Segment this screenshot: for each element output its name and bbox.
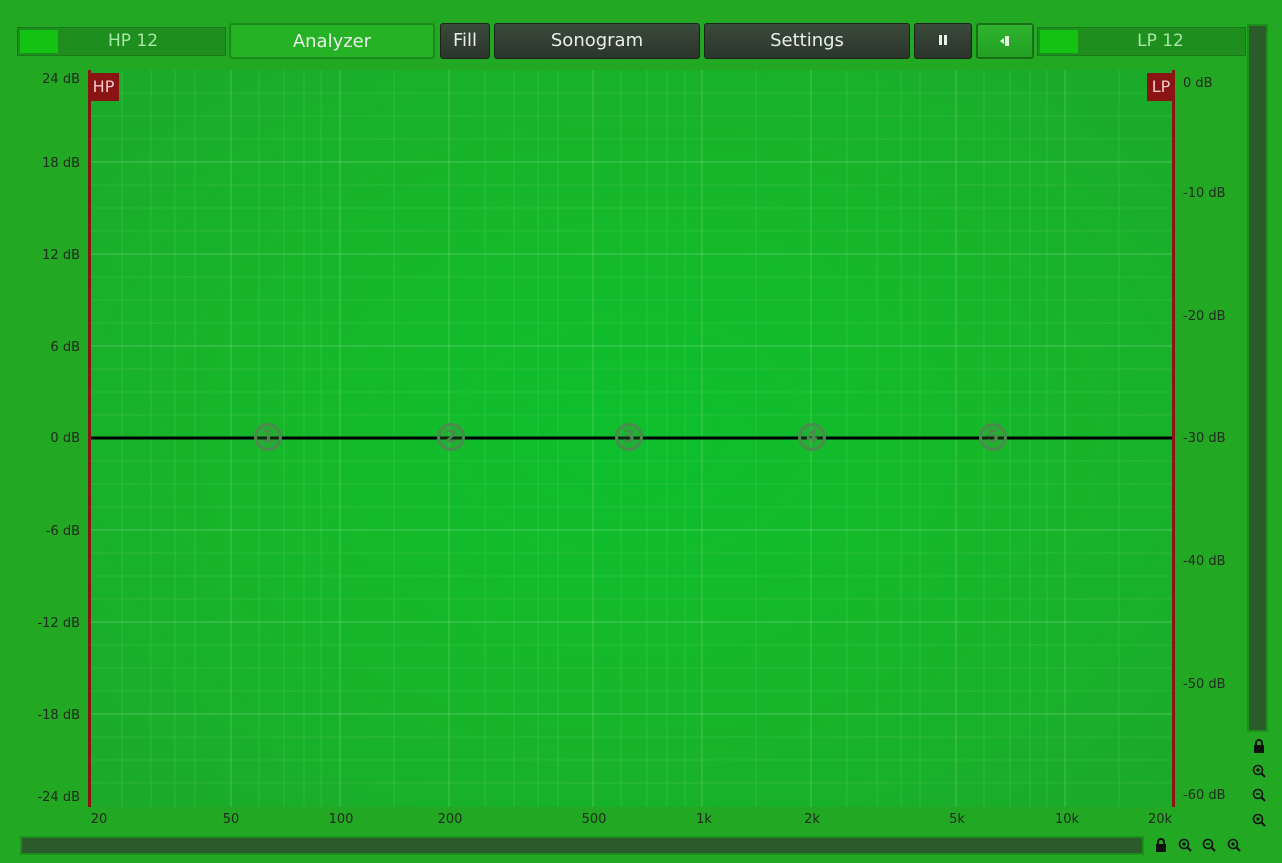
vertical-scrollbar[interactable]	[1247, 24, 1268, 732]
hp-enable-led[interactable]	[20, 30, 58, 53]
zoom-out-icon[interactable]	[1251, 788, 1267, 804]
freq-axis-label: 20k	[1147, 812, 1173, 827]
right-axis-label: -60 dB	[1183, 788, 1226, 803]
band-node-5[interactable]: 5	[979, 423, 1007, 451]
hp-flag[interactable]: HP	[88, 73, 119, 101]
horizontal-scrollbar[interactable]	[20, 836, 1144, 855]
freq-axis-label: 5k	[949, 812, 965, 827]
band-node-2[interactable]: 2	[437, 423, 465, 451]
reset-view-button[interactable]	[976, 23, 1034, 59]
right-axis-label: -30 dB	[1183, 431, 1226, 446]
pause-icon	[939, 35, 947, 45]
sonogram-button[interactable]: Sonogram	[494, 23, 700, 59]
right-axis-label: -50 dB	[1183, 677, 1226, 692]
analyzer-button[interactable]: Analyzer	[229, 23, 435, 59]
freq-axis-label: 1k	[696, 812, 712, 827]
hp-filter-control[interactable]: HP 12	[17, 27, 226, 56]
left-axis-label: 24 dB	[42, 72, 80, 87]
fill-button[interactable]: Fill	[440, 23, 490, 59]
right-axis-label: -10 dB	[1183, 186, 1226, 201]
lock-icon[interactable]	[1251, 739, 1267, 755]
left-axis-label: -12 dB	[37, 616, 80, 631]
freq-axis-label: 100	[328, 812, 354, 827]
reset-icon	[1000, 36, 1009, 46]
freq-axis-label: 500	[581, 812, 607, 827]
left-axis-label: 0 dB	[50, 431, 80, 446]
zoom-reset-icon[interactable]	[1251, 813, 1267, 829]
zoom-reset-icon[interactable]	[1226, 838, 1242, 854]
left-axis-label: 12 dB	[42, 248, 80, 263]
lp-enable-led[interactable]	[1040, 30, 1078, 53]
right-axis-label: -40 dB	[1183, 554, 1226, 569]
band-node-4[interactable]: 4	[798, 423, 826, 451]
right-axis-label: -20 dB	[1183, 309, 1226, 324]
freq-axis-label: 10k	[1054, 812, 1080, 827]
left-axis-label: -24 dB	[37, 790, 80, 805]
hp-boundary-line[interactable]	[88, 70, 91, 807]
zoom-out-icon[interactable]	[1201, 838, 1217, 854]
lp-filter-control[interactable]: LP 12	[1037, 27, 1246, 56]
lp-flag[interactable]: LP	[1147, 73, 1175, 101]
lp-boundary-line[interactable]	[1172, 70, 1175, 807]
right-axis-label: 0 dB	[1183, 76, 1213, 91]
band-node-3[interactable]: 3	[615, 423, 643, 451]
band-node-1[interactable]: 1	[254, 423, 282, 451]
pause-button[interactable]	[914, 23, 972, 59]
freq-axis-label: 20	[90, 812, 108, 827]
zoom-in-icon[interactable]	[1177, 838, 1193, 854]
left-axis-label: 18 dB	[42, 156, 80, 171]
hp-filter-label: HP 12	[107, 31, 159, 51]
left-axis-label: -6 dB	[45, 524, 80, 539]
zoom-in-icon[interactable]	[1251, 764, 1267, 780]
left-axis-label: -18 dB	[37, 708, 80, 723]
freq-axis-label: 200	[437, 812, 463, 827]
freq-axis-label: 2k	[804, 812, 820, 827]
lp-filter-label: LP 12	[1137, 31, 1184, 51]
left-axis-label: 6 dB	[50, 340, 80, 355]
lock-icon[interactable]	[1153, 838, 1169, 854]
settings-button[interactable]: Settings	[704, 23, 910, 59]
toolbar: HP 12 Analyzer Fill Sonogram Settings LP…	[0, 0, 1282, 70]
freq-axis-label: 50	[222, 812, 240, 827]
